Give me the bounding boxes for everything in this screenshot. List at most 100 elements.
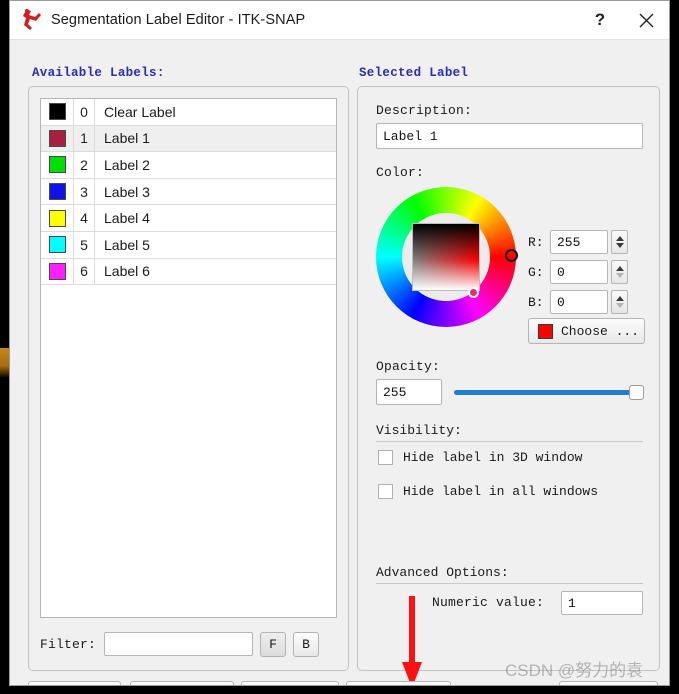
label-color-cell <box>41 156 73 173</box>
color-swatch <box>49 103 66 120</box>
label-name: Clear Label <box>95 104 176 120</box>
red-stepper[interactable] <box>611 230 628 254</box>
blue-input[interactable]: 0 <box>550 290 608 314</box>
visibility-divider <box>376 441 643 442</box>
new-button[interactable]: New <box>28 681 121 686</box>
label-name: Label 3 <box>95 184 150 200</box>
numeric-value-label: Numeric value: <box>432 595 544 610</box>
table-row[interactable]: 2 Label 2 <box>41 152 336 179</box>
window-title: Segmentation Label Editor - ITK-SNAP <box>51 12 305 28</box>
chevron-down-icon[interactable] <box>616 243 624 248</box>
actions-button[interactable]: Actions... <box>346 681 451 686</box>
label-color-cell <box>41 183 73 200</box>
color-swatch <box>49 210 66 227</box>
close-button[interactable]: Close <box>559 681 658 686</box>
filter-background-button[interactable]: B <box>293 632 319 657</box>
choose-color-label: Choose ... <box>561 324 639 339</box>
itksnap-runner-icon <box>19 8 45 32</box>
blue-stepper[interactable] <box>611 290 628 314</box>
label-name: Label 2 <box>95 157 150 173</box>
label-name: Label 1 <box>95 130 150 146</box>
green-stepper[interactable] <box>611 260 628 284</box>
red-label: R: <box>528 235 550 250</box>
table-row[interactable]: 4 Label 4 <box>41 205 336 232</box>
label-name: Label 5 <box>95 237 150 253</box>
available-labels-heading: Available Labels: <box>32 66 165 80</box>
filter-label: Filter: <box>40 637 96 652</box>
color-label: Color: <box>376 165 424 180</box>
hide-in-all-checkbox-row[interactable]: Hide label in all windows <box>378 484 598 499</box>
table-row[interactable]: 5 Label 5 <box>41 232 336 259</box>
hide-in-3d-checkbox[interactable] <box>378 450 393 465</box>
hide-in-3d-checkbox-row[interactable]: Hide label in 3D window <box>378 450 582 465</box>
label-index: 0 <box>74 104 94 120</box>
label-index: 2 <box>74 157 94 173</box>
label-list[interactable]: 0 Clear Label 1 Label 1 <box>40 98 337 618</box>
label-index: 6 <box>74 263 94 279</box>
duplicate-button[interactable]: Duplicate <box>130 681 234 686</box>
chevron-down-icon[interactable] <box>616 273 624 278</box>
hide-in-all-label: Hide label in all windows <box>403 484 598 499</box>
advanced-options-divider <box>376 583 643 584</box>
blue-channel-row: B: 0 <box>528 290 628 314</box>
color-swatch <box>49 236 66 253</box>
label-color-cell <box>41 130 73 147</box>
blue-label: B: <box>528 295 550 310</box>
opacity-label: Opacity: <box>376 359 440 374</box>
label-index: 3 <box>74 184 94 200</box>
choose-color-button[interactable]: Choose ... <box>528 318 645 344</box>
table-row[interactable]: 6 Label 6 <box>41 259 336 286</box>
chevron-up-icon[interactable] <box>616 266 624 271</box>
green-label: G: <box>528 265 550 280</box>
numeric-value-input[interactable]: 1 <box>561 591 643 615</box>
color-swatch <box>49 183 66 200</box>
label-index: 5 <box>74 237 94 253</box>
saturation-value-knob[interactable] <box>468 287 479 298</box>
label-editor-window: Segmentation Label Editor - ITK-SNAP ? A… <box>9 0 670 686</box>
current-color-swatch <box>538 324 553 339</box>
filter-input[interactable] <box>104 632 253 656</box>
color-wheel[interactable] <box>376 187 516 327</box>
filter-row: Filter: F B <box>40 631 337 657</box>
advanced-options-label: Advanced Options: <box>376 565 509 580</box>
label-color-cell <box>41 263 73 280</box>
label-index: 1 <box>74 130 94 146</box>
hide-in-all-checkbox[interactable] <box>378 484 393 499</box>
delete-button[interactable]: Delete <box>241 681 339 686</box>
red-input[interactable]: 255 <box>550 230 608 254</box>
close-icon[interactable] <box>623 1 669 39</box>
description-input[interactable]: Label 1 <box>376 123 643 149</box>
opacity-slider-handle[interactable] <box>629 385 644 400</box>
table-row[interactable]: 0 Clear Label <box>41 99 336 126</box>
opacity-slider-track <box>454 390 632 395</box>
selected-label-heading: Selected Label <box>359 66 468 80</box>
saturation-value-square[interactable] <box>412 223 480 291</box>
background-artifact <box>0 348 9 378</box>
dialog-content: Available Labels: Selected Label 0 Clear… <box>10 40 669 686</box>
green-channel-row: G: 0 <box>528 260 628 284</box>
filter-foreground-button[interactable]: F <box>260 632 286 657</box>
help-button[interactable]: ? <box>577 1 623 39</box>
table-row[interactable]: 3 Label 3 <box>41 179 336 206</box>
chevron-down-icon[interactable] <box>616 303 624 308</box>
opacity-slider[interactable] <box>454 385 644 399</box>
green-input[interactable]: 0 <box>550 260 608 284</box>
chevron-up-icon[interactable] <box>616 236 624 241</box>
red-down-arrow-annotation <box>401 596 423 686</box>
color-swatch <box>49 130 66 147</box>
opacity-input[interactable]: 255 <box>376 379 442 405</box>
red-channel-row: R: 255 <box>528 230 628 254</box>
color-swatch <box>49 156 66 173</box>
title-bar: Segmentation Label Editor - ITK-SNAP ? <box>10 1 669 40</box>
label-name: Label 6 <box>95 263 150 279</box>
selected-label-group: Description: Label 1 Color: R: 255 G: 0 <box>357 86 660 671</box>
hue-selector-knob[interactable] <box>505 249 518 262</box>
color-swatch <box>49 263 66 280</box>
label-index: 4 <box>74 210 94 226</box>
label-color-cell <box>41 103 73 120</box>
footer-button-bar: New Duplicate Delete Actions... Close <box>10 676 669 686</box>
label-color-cell <box>41 236 73 253</box>
table-row[interactable]: 1 Label 1 <box>41 126 336 153</box>
label-color-cell <box>41 210 73 227</box>
chevron-up-icon[interactable] <box>616 296 624 301</box>
